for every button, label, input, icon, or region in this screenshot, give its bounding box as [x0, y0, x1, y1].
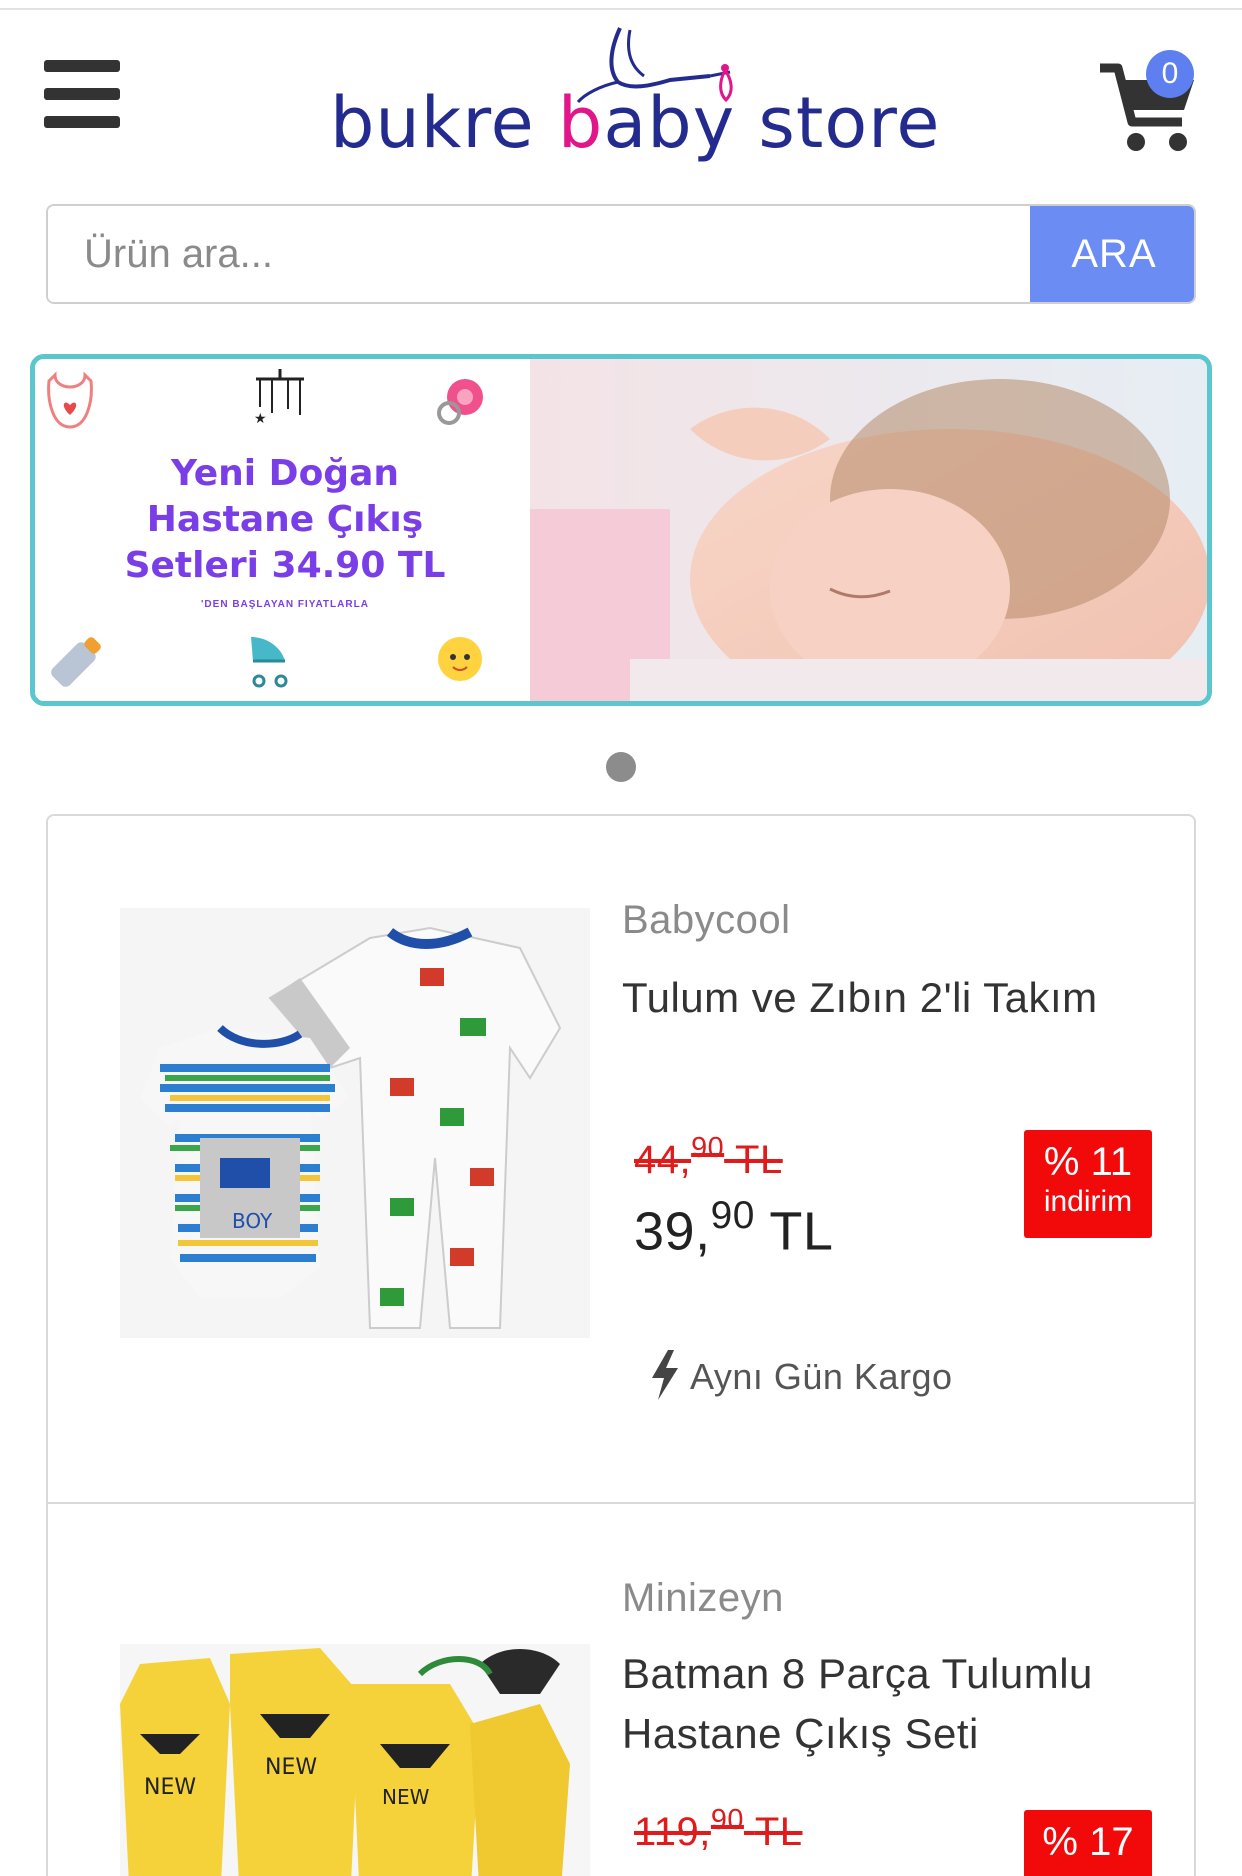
product-brand: Babycool: [622, 898, 791, 942]
banner-subtitle: 'DEN BAŞLAYAN FIYATLARLA: [201, 599, 369, 610]
search-bar: ARA: [46, 204, 1196, 304]
cart-count-badge[interactable]: 0: [1146, 50, 1194, 98]
search-button[interactable]: ARA: [1030, 206, 1194, 302]
product-card[interactable]: NEW NEW NEW Minizeyn Batman 8 Parça Tulu…: [46, 1502, 1196, 1876]
svg-text:NEW: NEW: [265, 1755, 317, 1780]
old-price: 44,90 TL: [634, 1132, 783, 1182]
store-logo[interactable]: bukre baby store: [320, 20, 939, 170]
hamburger-menu-icon[interactable]: [44, 60, 120, 128]
discount-badge: % 11 indirim: [1024, 1130, 1152, 1238]
baby-face-icon: [438, 637, 482, 681]
old-price: 119,90 TL: [634, 1804, 803, 1854]
product-name[interactable]: Tulum ve Zıbın 2'li Takım: [622, 968, 1162, 1028]
sleeping-baby-photo: [530, 359, 1207, 701]
discount-badge: % 17: [1024, 1810, 1152, 1876]
top-divider: [0, 8, 1242, 10]
same-day-shipping-label: Aynı Gün Kargo: [690, 1356, 953, 1397]
svg-text:NEW: NEW: [144, 1775, 196, 1800]
banner-text-panel: ★ Yeni Doğan Hastane Çıkış Setleri 34.90…: [35, 359, 530, 701]
promo-banner[interactable]: ★ Yeni Doğan Hastane Çıkış Setleri 34.90…: [30, 354, 1212, 706]
banner-title: Yeni Doğan Hastane Çıkış Setleri 34.90 T…: [124, 453, 446, 586]
svg-text:NEW: NEW: [382, 1785, 430, 1809]
mobile-toy-icon: ★: [254, 369, 304, 426]
svg-text:BOY: BOY: [232, 1209, 273, 1233]
carousel-dot[interactable]: [606, 752, 636, 782]
stroller-icon: [251, 637, 288, 688]
product-image[interactable]: BOY: [120, 908, 590, 1338]
pacifier-icon: [437, 379, 483, 425]
bib-icon: [47, 371, 93, 429]
product-name[interactable]: Batman 8 Parça Tulumlu Hastane Çıkış Set…: [622, 1644, 1162, 1764]
product-card[interactable]: BOY Babycool Tulum ve Zıbın 2'li Takım 4…: [46, 814, 1196, 1504]
search-input[interactable]: [48, 206, 1030, 302]
current-price: 39,90 TL: [634, 1194, 834, 1262]
baby-bottle-icon: [51, 637, 101, 687]
logo-wordmark: bukre baby store: [330, 82, 941, 164]
lightning-bolt-icon: [652, 1350, 678, 1400]
product-image[interactable]: NEW NEW NEW: [120, 1644, 590, 1876]
svg-text:★: ★: [254, 410, 267, 426]
product-brand: Minizeyn: [622, 1576, 784, 1620]
